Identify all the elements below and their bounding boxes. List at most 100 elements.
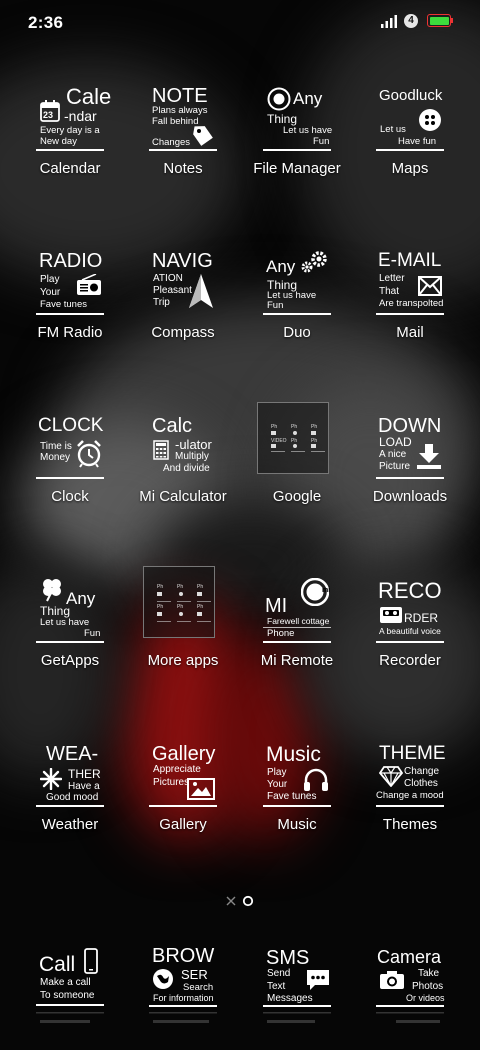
- mini-tile: Ph: [157, 584, 164, 590]
- tile-line: Every day is a: [40, 125, 100, 136]
- tile-line: Time is: [40, 441, 72, 452]
- tile-google-folder: Ph Ph Ph VIDEO Ph Ph: [257, 402, 331, 484]
- target-icon: [267, 87, 291, 111]
- tile-title: NOTE: [152, 85, 208, 107]
- app-more-apps[interactable]: Ph Ph Ph Ph Ph Ph More apps: [133, 566, 233, 682]
- tile-line: Play: [267, 767, 287, 778]
- app-fm-radio[interactable]: RADIO Play Your Fave tunes FM Radio: [20, 244, 120, 354]
- page-indicator[interactable]: [226, 893, 256, 909]
- app-label: Clock: [51, 488, 89, 505]
- tile-weather: WEA- THER Have a Good mood: [36, 736, 104, 812]
- app-label: Compass: [151, 324, 215, 341]
- tile-line: Phone: [267, 628, 295, 639]
- tile-gallery: Gallery Appreciate Pictures: [149, 736, 217, 812]
- tile-line: Clothes: [404, 778, 438, 789]
- tile-underline: [376, 149, 444, 151]
- phone-icon: [84, 948, 98, 974]
- app-mi-calculator[interactable]: Calc -ulator Multiply And divide Mi Calc…: [133, 408, 233, 518]
- battery-tip: [451, 18, 453, 23]
- app-label: Music: [277, 816, 317, 833]
- tile-underline: [263, 149, 331, 151]
- app-getapps[interactable]: Any Thing Let us have Fun GetApps: [20, 572, 120, 682]
- tile-line: Photos: [412, 981, 444, 992]
- tile-line: Farewell cottage: [267, 616, 330, 626]
- cassette-icon: [380, 607, 402, 623]
- app-music[interactable]: Music Play Your Fave tunes Music: [247, 736, 347, 846]
- tile-line: Have fun: [398, 136, 437, 147]
- tile-line: LOAD: [379, 435, 412, 449]
- tile-compass: NAVIG ATION Pleasant Trip: [149, 244, 217, 320]
- tile-line: Take: [418, 968, 440, 979]
- tile-camera: Camera Take Photos Or videos: [376, 940, 445, 1016]
- tile-line: Fave tunes: [267, 791, 317, 802]
- app-label: Weather: [41, 816, 99, 833]
- app-calendar[interactable]: 23 Cale -ndar Every day is a New day Cal…: [20, 80, 120, 190]
- tile-line: Have a: [68, 781, 100, 792]
- envelope-icon: [418, 276, 442, 296]
- tile-line: To someone: [40, 990, 95, 1001]
- tile-line: Pleasant: [153, 285, 192, 296]
- app-compass[interactable]: NAVIG ATION Pleasant Trip Compass: [133, 244, 233, 354]
- tile-line: Thing: [40, 604, 71, 618]
- app-mail[interactable]: E-MAIL Letter That Are transpolted Mail: [360, 244, 460, 354]
- app-label: File Manager: [253, 160, 341, 177]
- tile-title: CLOCK: [38, 415, 104, 436]
- app-file-manager[interactable]: Any Thing Let us have Fun File Manager: [247, 80, 347, 190]
- close-page-icon: [226, 896, 236, 906]
- app-maps[interactable]: Goodluck Let us Have fun Maps: [360, 80, 460, 190]
- tile-file-manager: Any Thing Let us have Fun: [263, 80, 332, 156]
- mini-tile: Ph: [177, 584, 184, 590]
- app-downloads[interactable]: DOWN LOAD A nice Picture Downloads: [360, 408, 460, 518]
- app-duo[interactable]: Any Thing Let us have Fun Duo: [247, 244, 347, 354]
- tile-line: Money: [40, 452, 71, 463]
- app-mi-remote[interactable]: MI mi Farewell cottage Phone Mi Remote: [247, 572, 347, 682]
- tile-line: Messages: [267, 993, 313, 1004]
- tile-underline: [149, 805, 217, 807]
- tile-fm-radio: RADIO Play Your Fave tunes: [36, 244, 104, 320]
- tile-underline: [376, 641, 444, 643]
- tile-line: Good mood: [46, 792, 99, 803]
- app-label: Mail: [396, 324, 424, 341]
- tile-line: Or videos: [406, 993, 445, 1003]
- status-bar: 2:36 4: [0, 0, 480, 44]
- headphones-icon: [304, 768, 328, 791]
- app-label: FM Radio: [37, 324, 103, 341]
- tile-title: MI: [265, 595, 288, 617]
- tile-line: Send: [267, 968, 291, 979]
- app-weather[interactable]: WEA- THER Have a Good mood Weather: [20, 736, 120, 846]
- app-recorder[interactable]: RECO RDER A beautiful voice Recorder: [360, 572, 460, 682]
- tile-line: Search: [183, 982, 214, 993]
- tile-title: Any: [66, 589, 96, 608]
- app-google[interactable]: Ph Ph Ph VIDEO Ph Ph Google: [247, 402, 347, 518]
- dock-reflection: [0, 1006, 480, 1040]
- tile-line: That: [379, 286, 400, 297]
- app-clock[interactable]: CLOCK Time is Money Clock: [20, 408, 120, 518]
- tile-underline: [36, 313, 104, 315]
- globe-icon: [153, 969, 173, 989]
- tile-title: Calc: [152, 415, 193, 437]
- tile-recorder: RECO RDER A beautiful voice: [376, 572, 444, 648]
- tile-title: THEME: [379, 743, 446, 764]
- radio-icon: [77, 274, 101, 295]
- app-label: Google: [272, 488, 322, 505]
- camera-icon: [380, 971, 404, 989]
- snowflake-icon: [40, 768, 62, 790]
- tile-line: Fave tunes: [40, 299, 87, 310]
- app-notes[interactable]: NOTE Plans always Fall behind Changes No…: [133, 80, 233, 190]
- tile-title: E-MAIL: [378, 250, 442, 271]
- clover-icon: [43, 579, 61, 602]
- tile-line: Fun: [267, 300, 284, 311]
- app-gallery[interactable]: Gallery Appreciate Pictures Gallery: [133, 736, 233, 846]
- app-themes[interactable]: THEME Change Clothes Change a mood Theme…: [360, 736, 460, 846]
- tile-line: Make a call: [40, 977, 91, 988]
- compass-arrow-icon: [189, 274, 213, 308]
- tile-line: A nice: [379, 449, 407, 460]
- mini-tile: Ph: [197, 584, 204, 590]
- chat-bubble-icon: [307, 970, 329, 990]
- tile-title: Any: [266, 257, 296, 276]
- tile-more-apps-folder: Ph Ph Ph Ph Ph Ph: [143, 566, 217, 648]
- tile-mi-calculator: Calc -ulator Multiply And divide: [149, 408, 217, 484]
- tile-line: Play: [40, 274, 60, 285]
- tile-line: Multiply: [175, 451, 209, 462]
- tile-line: THER: [68, 767, 101, 781]
